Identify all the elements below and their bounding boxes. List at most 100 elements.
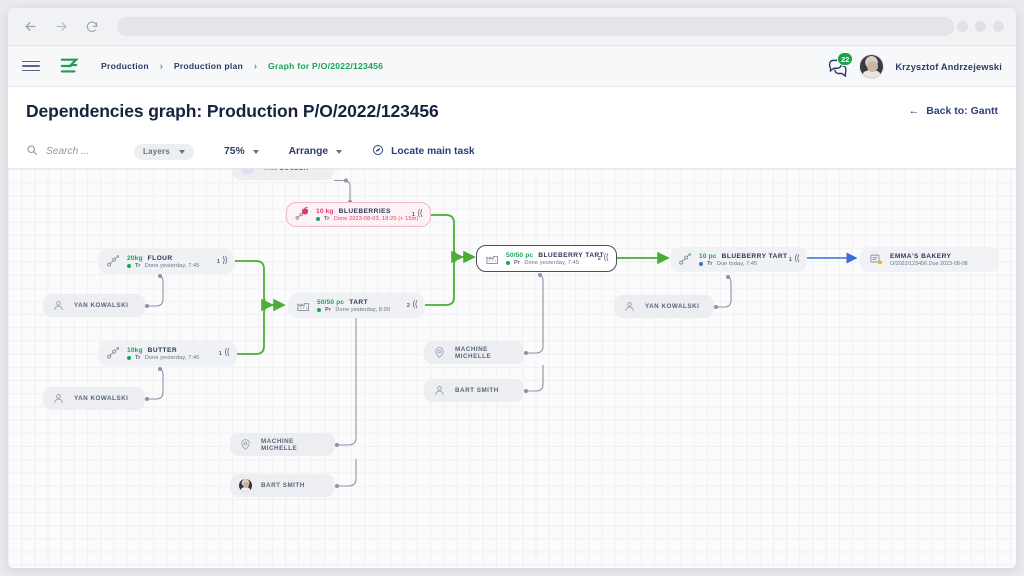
task-node-blueberry-tart-main[interactable]: 50/50 pc BLUEBERRY TART Pr Done yesterda… bbox=[476, 245, 617, 272]
breadcrumb-separator: › bbox=[254, 61, 258, 71]
task-node-flour[interactable]: 20kg FLOUR Tr Done yesterday, 7:45 1 ⟩⟩ bbox=[98, 249, 235, 274]
task-prefix: Tr bbox=[324, 215, 330, 222]
brackets-icon: ⟨⟨ bbox=[416, 209, 423, 219]
task-link-badge[interactable]: 1 ⟨⟨ bbox=[218, 348, 230, 358]
zoom-dropdown[interactable]: 75% bbox=[224, 146, 259, 157]
task-node-body: 20kg FLOUR Tr Done yesterday, 7:45 bbox=[127, 255, 209, 269]
breadcrumb-item-graph[interactable]: Graph for P/O/2022/123456 bbox=[268, 61, 383, 71]
page-title: Dependencies graph: Production P/O/2022/… bbox=[26, 100, 439, 121]
task-meta: Done yesterday, 8:00 bbox=[335, 306, 391, 313]
production-icon bbox=[296, 298, 311, 313]
task-link-badge[interactable]: 1 ⟩⟩ bbox=[216, 256, 228, 266]
resource-node-machine-michelle-2[interactable]: MACHINE MICHELLE bbox=[230, 433, 335, 456]
app-top-bar: Production › Production plan › Graph for… bbox=[8, 46, 1016, 87]
status-dot bbox=[316, 216, 320, 221]
task-qty: 20kg bbox=[127, 254, 143, 262]
layers-dropdown[interactable]: Layers bbox=[134, 143, 194, 160]
resource-node-yan-kowalski-3[interactable]: YAN KOWALSKI bbox=[614, 295, 714, 318]
chat-bubbles-icon[interactable]: 22 bbox=[827, 52, 854, 78]
link-count: 1 bbox=[218, 350, 222, 357]
task-meta: Done yesterday, 7:45 bbox=[524, 259, 580, 266]
link-count: 1 bbox=[216, 258, 220, 265]
person-icon bbox=[433, 384, 446, 397]
status-dot bbox=[317, 307, 321, 312]
task-prefix: Tr bbox=[135, 262, 141, 269]
production-icon bbox=[485, 251, 500, 266]
resource-node-yan-kowalski-1[interactable]: YAN KOWALSKI bbox=[43, 294, 145, 317]
brackets-icon: ⟩⟩ bbox=[221, 256, 228, 266]
graph-canvas[interactable]: YB YAN BUCZEK 10 kg BLUEBERRIES bbox=[8, 169, 1016, 567]
resource-node-bart-smith-1[interactable]: BART SMITH bbox=[424, 379, 524, 402]
task-link-badge[interactable]: 2 ⟨⟨ bbox=[407, 300, 418, 310]
window-controls[interactable] bbox=[957, 21, 1004, 32]
order-node-body: EMMA'S BAKERY O/2022/123456 Due 2023-08-… bbox=[890, 253, 990, 267]
task-prefix: Pr bbox=[514, 259, 521, 266]
search-input[interactable]: Search ... bbox=[26, 144, 134, 159]
app-logo-icon[interactable] bbox=[59, 57, 79, 75]
breadcrumb: Production › Production plan › Graph for… bbox=[101, 61, 383, 71]
layers-label: Layers bbox=[143, 147, 170, 156]
person-icon bbox=[52, 392, 65, 405]
task-link-badge[interactable]: 1 ⟨⟨ bbox=[788, 254, 800, 264]
zoom-level-label: 75% bbox=[224, 146, 245, 157]
chevron-down-icon bbox=[179, 149, 185, 154]
graph-toolbar: Search ... Layers 75% Arrange Locate mai… bbox=[8, 135, 1016, 169]
task-link-badge[interactable]: 2 ⟨⟨ bbox=[597, 253, 609, 263]
task-name: BLUEBERRY TART bbox=[721, 252, 788, 260]
machine-icon bbox=[239, 438, 252, 451]
reload-icon[interactable] bbox=[82, 17, 102, 37]
task-meta: Done 2023-08-03, 18:20 (+ 15m) bbox=[333, 215, 419, 222]
transport-icon bbox=[106, 254, 121, 269]
task-node-tart[interactable]: 50/50 pc TART Pr Done yesterday, 8:00 2 … bbox=[288, 293, 425, 318]
back-arrow-icon[interactable] bbox=[20, 17, 40, 37]
resource-node-yan-kowalski-2[interactable]: YAN KOWALSKI bbox=[43, 387, 145, 410]
brackets-icon: ⟨⟨ bbox=[602, 253, 609, 263]
link-count: 1 bbox=[411, 211, 415, 218]
search-placeholder: Search ... bbox=[46, 146, 90, 157]
avatar-initials: YB bbox=[241, 169, 254, 175]
avatar[interactable] bbox=[859, 54, 885, 79]
resource-label: BART SMITH bbox=[261, 482, 305, 489]
hamburger-menu-icon[interactable] bbox=[22, 60, 40, 72]
resource-label: BART SMITH bbox=[455, 387, 499, 394]
breadcrumb-item-production-plan[interactable]: Production plan bbox=[174, 61, 243, 71]
order-node-emmas-bakery[interactable]: EMMA'S BAKERY O/2022/123456 Due 2023-08-… bbox=[860, 247, 999, 272]
resource-label: YAN KOWALSKI bbox=[74, 395, 129, 402]
forward-arrow-icon[interactable] bbox=[51, 17, 71, 37]
url-input[interactable] bbox=[117, 17, 954, 36]
task-node-butter[interactable]: 10kg BUTTER Tr Done yesterday, 7:45 1 ⟨⟨ bbox=[98, 341, 237, 366]
task-link-badge[interactable]: 1 ⟨⟨ bbox=[411, 209, 423, 219]
task-qty: 10kg bbox=[127, 346, 143, 354]
brackets-icon: ⟨⟨ bbox=[411, 300, 418, 310]
task-qty: 50/50 pc bbox=[506, 251, 534, 259]
brackets-icon: ⟨⟨ bbox=[223, 348, 230, 358]
task-meta: Due today, 7:45 bbox=[716, 260, 758, 267]
resource-node-machine-michelle-1[interactable]: MACHINE MICHELLE bbox=[424, 341, 524, 364]
resource-node-bart-smith-2[interactable]: BART SMITH bbox=[230, 474, 335, 497]
task-node-body: 50/50 pc BLUEBERRY TART Pr Done yesterda… bbox=[506, 251, 604, 266]
status-dot bbox=[506, 260, 510, 265]
brackets-icon: ⟨⟨ bbox=[793, 254, 800, 264]
search-icon bbox=[26, 144, 38, 159]
person-icon bbox=[52, 299, 65, 312]
blueberries-icon bbox=[295, 206, 310, 222]
link-count: 1 bbox=[788, 256, 792, 263]
task-node-body: 10 pc BLUEBERRY TART Tr Due today, 7:45 bbox=[699, 253, 787, 267]
task-meta: Done yesterday, 7:45 bbox=[144, 262, 200, 269]
locate-main-task-button[interactable]: Locate main task bbox=[372, 144, 475, 159]
status-dot bbox=[127, 355, 131, 360]
task-node-blueberry-tart-delivery[interactable]: 10 pc BLUEBERRY TART Tr Due today, 7:45 … bbox=[670, 247, 807, 272]
task-node-body: 10 kg BLUEBERRIES Tr Done 2023-08-03, 18… bbox=[316, 208, 418, 222]
arrange-dropdown[interactable]: Arrange bbox=[289, 146, 343, 157]
locate-target-icon bbox=[372, 144, 384, 159]
link-count: 2 bbox=[597, 255, 601, 262]
back-to-gantt-link[interactable]: ← Back to: Gantt bbox=[909, 105, 998, 117]
person-icon bbox=[623, 300, 636, 313]
task-node-body: 50/50 pc TART Pr Done yesterday, 8:00 bbox=[317, 299, 399, 313]
page-title-row: Dependencies graph: Production P/O/2022/… bbox=[8, 87, 1016, 135]
task-node-blueberries[interactable]: 10 kg BLUEBERRIES Tr Done 2023-08-03, 18… bbox=[286, 202, 431, 227]
top-right-actions: 22 Krzysztof Andrzejewski bbox=[827, 46, 1002, 87]
resource-node-yan-buczek[interactable]: YB YAN BUCZEK bbox=[232, 169, 334, 180]
locate-main-task-label: Locate main task bbox=[391, 146, 475, 157]
breadcrumb-item-production[interactable]: Production bbox=[101, 61, 149, 71]
